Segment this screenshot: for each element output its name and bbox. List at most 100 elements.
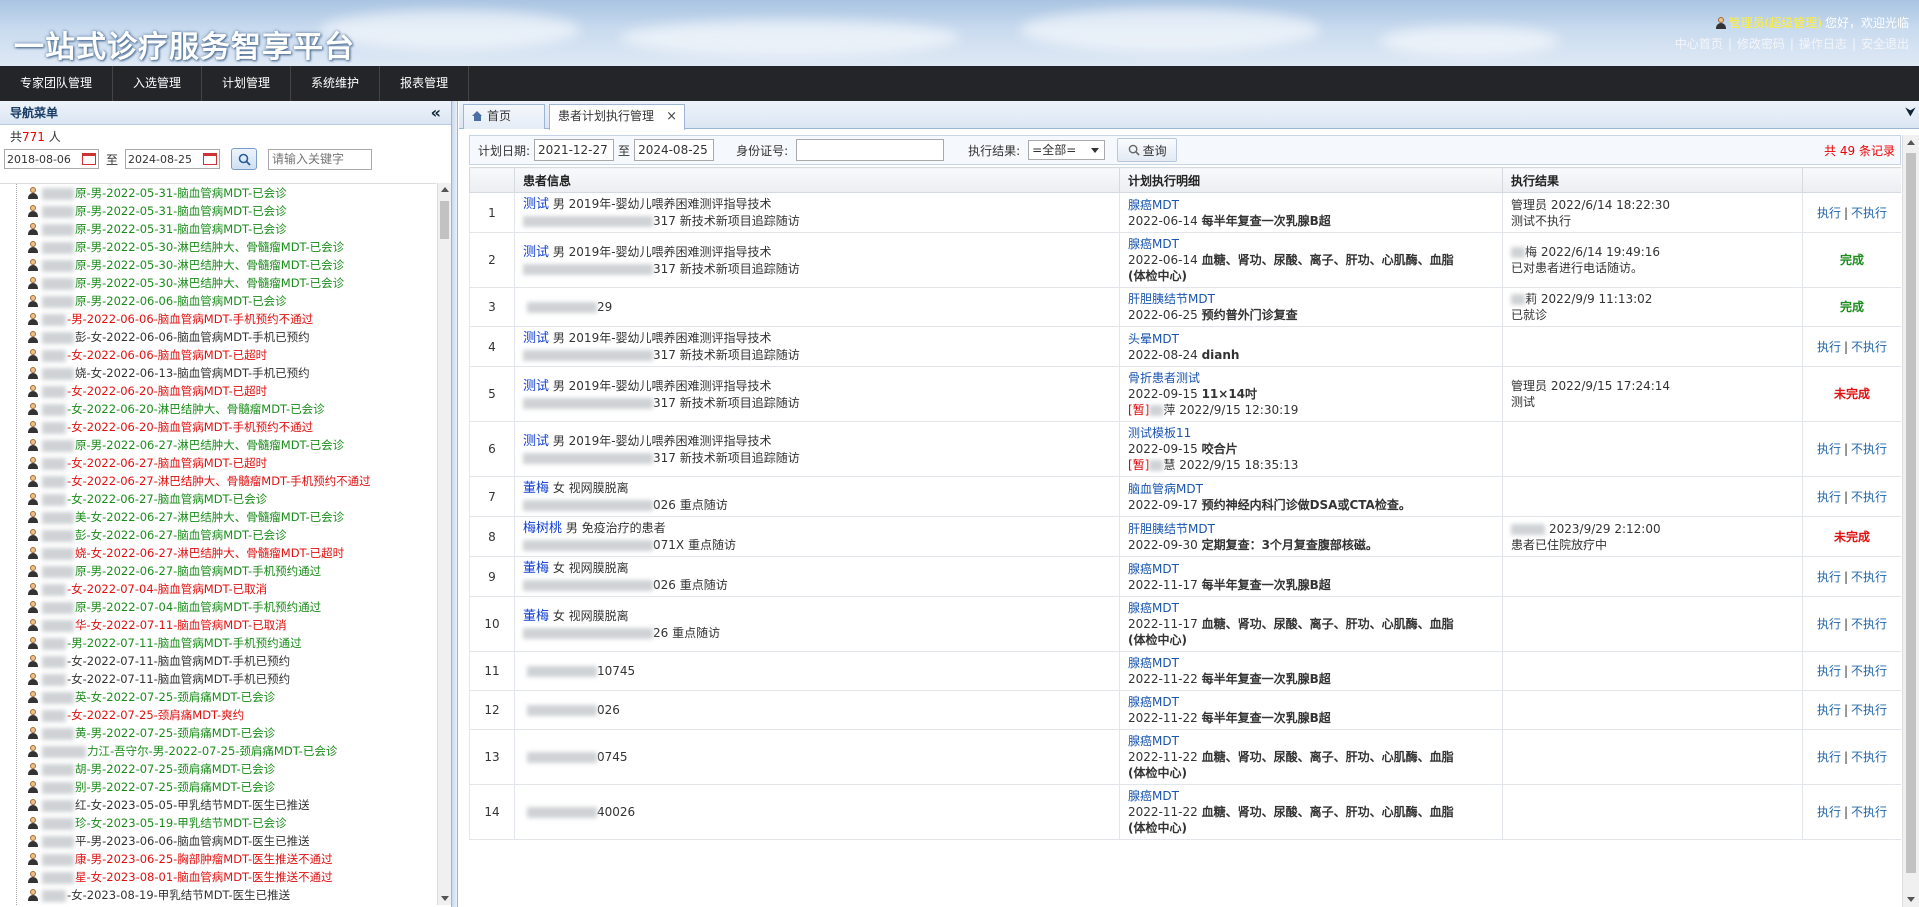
chevron-down-icon[interactable]: ⮟ bbox=[1905, 105, 1916, 120]
patient-name-link[interactable]: 董梅 bbox=[523, 609, 549, 624]
list-item[interactable]: 原-男-2022-05-30-淋巴结肿大、骨髓瘤MDT-已会诊 bbox=[0, 238, 436, 256]
header-link[interactable]: 操作日志 bbox=[1799, 37, 1847, 51]
list-item[interactable]: 原-男-2022-06-06-脑血管病MDT-已会诊 bbox=[0, 292, 436, 310]
list-item[interactable]: -女-2022-06-20-脑血管病MDT-已超时 bbox=[0, 382, 436, 400]
list-item[interactable]: 原-男-2022-06-27-脑血管病MDT-手机预约通过 bbox=[0, 562, 436, 580]
nav-item[interactable]: 入选管理 bbox=[113, 66, 203, 101]
list-item[interactable]: 原-男-2022-05-31-脑血管病MDT-已会诊 bbox=[0, 220, 436, 238]
list-item[interactable]: 原-男-2022-05-30-淋巴结肿大、骨髓瘤MDT-已会诊 bbox=[0, 274, 436, 292]
skip-link[interactable]: 不执行 bbox=[1851, 206, 1887, 220]
list-item[interactable]: 平-男-2023-06-06-脑血管病MDT-医生已推送 bbox=[0, 832, 436, 850]
execute-link[interactable]: 执行 bbox=[1817, 206, 1841, 220]
list-item[interactable]: -女-2022-06-27-脑血管病MDT-已会诊 bbox=[0, 490, 436, 508]
list-item[interactable]: 原-男-2022-05-31-脑血管病MDT-已会诊 bbox=[0, 202, 436, 220]
skip-link[interactable]: 不执行 bbox=[1851, 340, 1887, 354]
calendar-icon[interactable] bbox=[82, 153, 96, 165]
panel-splitter[interactable] bbox=[452, 101, 458, 907]
execute-link[interactable]: 执行 bbox=[1817, 340, 1841, 354]
nav-item[interactable]: 系统维护 bbox=[291, 66, 381, 101]
list-item[interactable]: 华-女-2022-07-11-脑血管病MDT-已取消 bbox=[0, 616, 436, 634]
list-item[interactable]: -女-2022-07-25-颈肩痛MDT-爽约 bbox=[0, 706, 436, 724]
header-link[interactable]: 修改密码 bbox=[1737, 37, 1785, 51]
plan-template-link[interactable]: 测试模板11 bbox=[1128, 426, 1191, 440]
plan-template-link[interactable]: 腺癌MDT bbox=[1128, 198, 1179, 212]
execute-link[interactable]: 执行 bbox=[1817, 570, 1841, 584]
list-item[interactable]: 康-男-2023-06-25-胸部肿瘤MDT-医生推送不通过 bbox=[0, 850, 436, 868]
patient-name-link[interactable]: 测试 bbox=[523, 379, 549, 394]
list-item[interactable]: -男-2022-07-11-脑血管病MDT-手机预约通过 bbox=[0, 634, 436, 652]
calendar-icon[interactable] bbox=[203, 153, 218, 165]
list-item[interactable]: -女-2022-06-20-淋巴结肿大、骨髓瘤MDT-已会诊 bbox=[0, 400, 436, 418]
skip-link[interactable]: 不执行 bbox=[1851, 805, 1887, 819]
list-item[interactable]: 原-男-2022-07-04-脑血管病MDT-手机预约通过 bbox=[0, 598, 436, 616]
execute-link[interactable]: 执行 bbox=[1817, 490, 1841, 504]
list-item[interactable]: 红-女-2023-05-05-甲乳结节MDT-医生已推送 bbox=[0, 796, 436, 814]
execute-link[interactable]: 执行 bbox=[1817, 664, 1841, 678]
skip-link[interactable]: 不执行 bbox=[1851, 617, 1887, 631]
patient-name-link[interactable]: 测试 bbox=[523, 245, 549, 260]
plan-template-link[interactable]: 脑血管病MDT bbox=[1128, 482, 1203, 496]
list-item[interactable]: 娆-女-2022-06-27-淋巴结肿大、骨髓瘤MDT-已超时 bbox=[0, 544, 436, 562]
close-icon[interactable]: × bbox=[666, 105, 677, 128]
tab-plan-execution[interactable]: 患者计划执行管理 × bbox=[549, 104, 685, 130]
skip-link[interactable]: 不执行 bbox=[1851, 750, 1887, 764]
plan-date-to[interactable]: 2024-08-25 bbox=[634, 139, 715, 161]
list-item[interactable]: 娆-女-2022-06-13-脑血管病MDT-手机已预约 bbox=[0, 364, 436, 382]
plan-template-link[interactable]: 腺癌MDT bbox=[1128, 601, 1179, 615]
patient-name-link[interactable]: 测试 bbox=[523, 197, 549, 212]
list-item[interactable]: -女-2022-06-20-脑血管病MDT-手机预约不通过 bbox=[0, 418, 436, 436]
execute-link[interactable]: 执行 bbox=[1817, 703, 1841, 717]
list-item[interactable]: 星-女-2023-08-01-脑血管病MDT-医生推送不通过 bbox=[0, 868, 436, 886]
list-item[interactable]: -女-2022-07-11-脑血管病MDT-手机已预约 bbox=[0, 670, 436, 688]
execute-link[interactable]: 执行 bbox=[1817, 442, 1841, 456]
plan-date-from[interactable]: 2021-12-27 bbox=[534, 139, 615, 161]
execute-link[interactable]: 执行 bbox=[1817, 805, 1841, 819]
keyword-input[interactable] bbox=[268, 148, 373, 170]
list-item[interactable]: 英-女-2022-07-25-颈肩痛MDT-已会诊 bbox=[0, 688, 436, 706]
plan-template-link[interactable]: 腺癌MDT bbox=[1128, 734, 1179, 748]
plan-template-link[interactable]: 肝胆胰结节MDT bbox=[1128, 522, 1215, 536]
plan-template-link[interactable]: 骨折患者测试 bbox=[1128, 371, 1200, 385]
list-item[interactable]: 珍-女-2023-05-19-甲乳结节MDT-已会诊 bbox=[0, 814, 436, 832]
list-item[interactable]: -女-2022-06-27-淋巴结肿大、骨髓瘤MDT-手机预约不通过 bbox=[0, 472, 436, 490]
execute-link[interactable]: 执行 bbox=[1817, 750, 1841, 764]
list-item[interactable]: 力江-吾守尔-男-2022-07-25-颈肩痛MDT-已会诊 bbox=[0, 742, 436, 760]
skip-link[interactable]: 不执行 bbox=[1851, 442, 1887, 456]
header-link[interactable]: 安全退出 bbox=[1861, 37, 1909, 51]
id-input[interactable] bbox=[796, 139, 945, 161]
nav-item[interactable]: 计划管理 bbox=[202, 66, 292, 101]
tab-home[interactable]: 首页 bbox=[463, 104, 545, 129]
patient-name-link[interactable]: 董梅 bbox=[523, 481, 549, 496]
patient-name-link[interactable]: 董梅 bbox=[523, 561, 549, 576]
nav-item[interactable]: 专家团队管理 bbox=[0, 66, 114, 101]
patient-name-link[interactable]: 测试 bbox=[523, 331, 549, 346]
collapse-icon[interactable]: « bbox=[431, 101, 441, 125]
skip-link[interactable]: 不执行 bbox=[1851, 570, 1887, 584]
plan-template-link[interactable]: 腺癌MDT bbox=[1128, 237, 1179, 251]
list-item[interactable]: 黄-男-2022-07-25-颈肩痛MDT-已会诊 bbox=[0, 724, 436, 742]
list-item[interactable]: -女-2022-07-11-脑血管病MDT-手机已预约 bbox=[0, 652, 436, 670]
query-button[interactable]: 查询 bbox=[1117, 138, 1178, 162]
plan-template-link[interactable]: 腺癌MDT bbox=[1128, 656, 1179, 670]
plan-template-link[interactable]: 头晕MDT bbox=[1128, 332, 1179, 346]
plan-template-link[interactable]: 腺癌MDT bbox=[1128, 789, 1179, 803]
plan-template-link[interactable]: 腺癌MDT bbox=[1128, 695, 1179, 709]
execute-link[interactable]: 执行 bbox=[1817, 617, 1841, 631]
list-item[interactable]: -女-2023-08-19-甲乳结节MDT-医生已推送 bbox=[0, 886, 436, 904]
list-item[interactable]: 原-男-2022-06-27-淋巴结肿大、骨髓瘤MDT-已会诊 bbox=[0, 436, 436, 454]
skip-link[interactable]: 不执行 bbox=[1851, 490, 1887, 504]
skip-link[interactable]: 不执行 bbox=[1851, 664, 1887, 678]
list-item[interactable]: 原-男-2022-05-30-淋巴结肿大、骨髓瘤MDT-已会诊 bbox=[0, 256, 436, 274]
patient-name-link[interactable]: 梅树桃 bbox=[523, 521, 562, 536]
list-item[interactable]: 彭-女-2022-06-06-脑血管病MDT-手机已预约 bbox=[0, 328, 436, 346]
list-item[interactable]: 胡-男-2022-07-25-颈肩痛MDT-已会诊 bbox=[0, 760, 436, 778]
list-item[interactable]: 原-男-2022-05-31-脑血管病MDT-已会诊 bbox=[0, 184, 436, 202]
sidebar-scrollbar[interactable] bbox=[437, 183, 451, 905]
sidebar-search-button[interactable] bbox=[231, 148, 258, 170]
sidebar-date-from[interactable]: 2018-08-06 bbox=[4, 149, 99, 169]
list-item[interactable]: 别-男-2022-07-25-颈肩痛MDT-已会诊 bbox=[0, 778, 436, 796]
skip-link[interactable]: 不执行 bbox=[1851, 703, 1887, 717]
nav-item[interactable]: 报表管理 bbox=[380, 66, 470, 101]
list-item[interactable]: 美-女-2022-06-27-淋巴结肿大、骨髓瘤MDT-已会诊 bbox=[0, 508, 436, 526]
list-item[interactable]: -男-2022-06-06-脑血管病MDT-手机预约不通过 bbox=[0, 310, 436, 328]
